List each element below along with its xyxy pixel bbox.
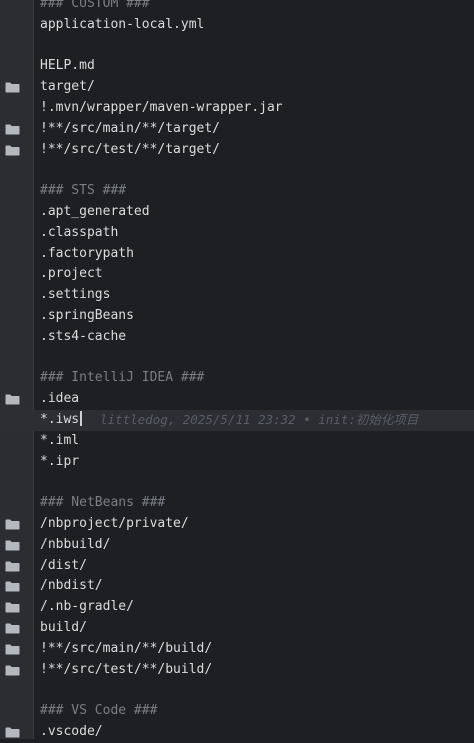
- code-line[interactable]: target/: [0, 77, 474, 98]
- line-text: HELP.md: [40, 58, 95, 74]
- comment-text: ### NetBeans ###: [40, 495, 166, 511]
- line-text: .vscode/: [40, 723, 103, 739]
- line-text: *.iws: [40, 410, 82, 431]
- folder-icon: [5, 581, 20, 592]
- line-text: .project: [40, 266, 103, 282]
- folder-icon: [5, 561, 20, 572]
- line-text: .factorypath: [40, 245, 134, 261]
- folder-icon: [5, 519, 20, 530]
- comment-text: ### IntelliJ IDEA ###: [40, 370, 205, 386]
- folder-icon: [5, 145, 20, 156]
- folder-icon: [5, 727, 20, 738]
- code-line[interactable]: .vscode/: [0, 722, 474, 743]
- line-text: build/: [40, 619, 87, 635]
- line-text: .classpath: [40, 224, 119, 240]
- line-text: *.iml: [40, 432, 80, 448]
- code-line[interactable]: /nbdist/: [0, 576, 474, 597]
- code-line[interactable]: !.mvn/wrapper/maven-wrapper.jar: [0, 98, 474, 119]
- line-text: !**/src/main/**/target/: [40, 120, 221, 136]
- folder-icon: [5, 623, 20, 634]
- code-line[interactable]: .project: [0, 264, 474, 285]
- line-text: /nbproject/private/: [40, 515, 189, 531]
- comment-line[interactable]: ### NetBeans ###: [0, 493, 474, 514]
- folder-icon: [5, 540, 20, 551]
- comment-line[interactable]: ### VS Code ###: [0, 701, 474, 722]
- comment-text: ### VS Code ###: [40, 703, 158, 719]
- code-line[interactable]: !**/src/test/**/build/: [0, 660, 474, 681]
- folder-icon: [5, 644, 20, 655]
- line-text: !**/src/main/**/build/: [40, 640, 213, 656]
- comment-line[interactable]: ### IntelliJ IDEA ###: [0, 368, 474, 389]
- line-text: /.nb-gradle/: [40, 599, 134, 615]
- folder-icon: [5, 82, 20, 93]
- line-text: .idea: [40, 391, 80, 407]
- empty-line[interactable]: [0, 160, 474, 181]
- code-line[interactable]: .classpath: [0, 223, 474, 244]
- empty-line[interactable]: [0, 36, 474, 57]
- line-text: !**/src/test/**/target/: [40, 141, 221, 157]
- comment-text: ### STS ###: [40, 183, 127, 199]
- line-text: *.ipr: [40, 453, 80, 469]
- code-line[interactable]: HELP.md: [0, 56, 474, 77]
- code-line[interactable]: application-local.yml: [0, 15, 474, 36]
- line-text: !.mvn/wrapper/maven-wrapper.jar: [40, 99, 283, 115]
- code-line[interactable]: /.nb-gradle/: [0, 597, 474, 618]
- folder-icon: [5, 394, 20, 405]
- git-blame-hint[interactable]: littledog, 2025/5/11 23:32 • init:初始化项目: [100, 410, 418, 431]
- comment-line[interactable]: ### CUSTOM ###: [0, 0, 474, 15]
- code-line[interactable]: build/: [0, 618, 474, 639]
- line-text: application-local.yml: [40, 16, 205, 32]
- folder-icon: [5, 665, 20, 675]
- line-text: .sts4-cache: [40, 328, 127, 344]
- empty-line[interactable]: [0, 348, 474, 369]
- code-line[interactable]: *.iml: [0, 431, 474, 452]
- folder-icon: [5, 602, 20, 613]
- code-line[interactable]: !**/src/test/**/target/: [0, 140, 474, 161]
- line-text: /nbdist/: [40, 578, 103, 594]
- text-cursor: [80, 410, 82, 426]
- empty-line[interactable]: [0, 472, 474, 493]
- line-text: /dist/: [40, 557, 87, 573]
- code-line[interactable]: /nbproject/private/: [0, 514, 474, 535]
- code-line[interactable]: .apt_generated: [0, 202, 474, 223]
- line-text: .settings: [40, 287, 111, 303]
- code-line[interactable]: *.iws littledog, 2025/5/11 23:32 • init:初…: [0, 409, 474, 431]
- line-text: !**/src/test/**/build/: [40, 661, 213, 677]
- code-line[interactable]: !**/src/main/**/target/: [0, 119, 474, 140]
- code-line[interactable]: .factorypath: [0, 244, 474, 265]
- line-text: .springBeans: [40, 307, 134, 323]
- line-text: target/: [40, 79, 95, 95]
- code-line[interactable]: !**/src/main/**/build/: [0, 639, 474, 660]
- line-text: /nbbuild/: [40, 536, 111, 552]
- editor-text-area[interactable]: ### CUSTOM ### application-local.yml HELP.…: [0, 0, 474, 743]
- code-line[interactable]: .idea: [0, 389, 474, 410]
- empty-line[interactable]: [0, 680, 474, 701]
- comment-line[interactable]: ### STS ###: [0, 181, 474, 202]
- code-line[interactable]: *.ipr: [0, 452, 474, 473]
- code-line[interactable]: .settings: [0, 285, 474, 306]
- folder-icon: [5, 124, 20, 135]
- code-line[interactable]: .springBeans: [0, 306, 474, 327]
- comment-text: ### CUSTOM ###: [40, 0, 150, 11]
- code-line[interactable]: .sts4-cache: [0, 327, 474, 348]
- code-line[interactable]: /nbbuild/: [0, 535, 474, 556]
- code-line[interactable]: /dist/: [0, 556, 474, 577]
- line-text: .apt_generated: [40, 203, 150, 219]
